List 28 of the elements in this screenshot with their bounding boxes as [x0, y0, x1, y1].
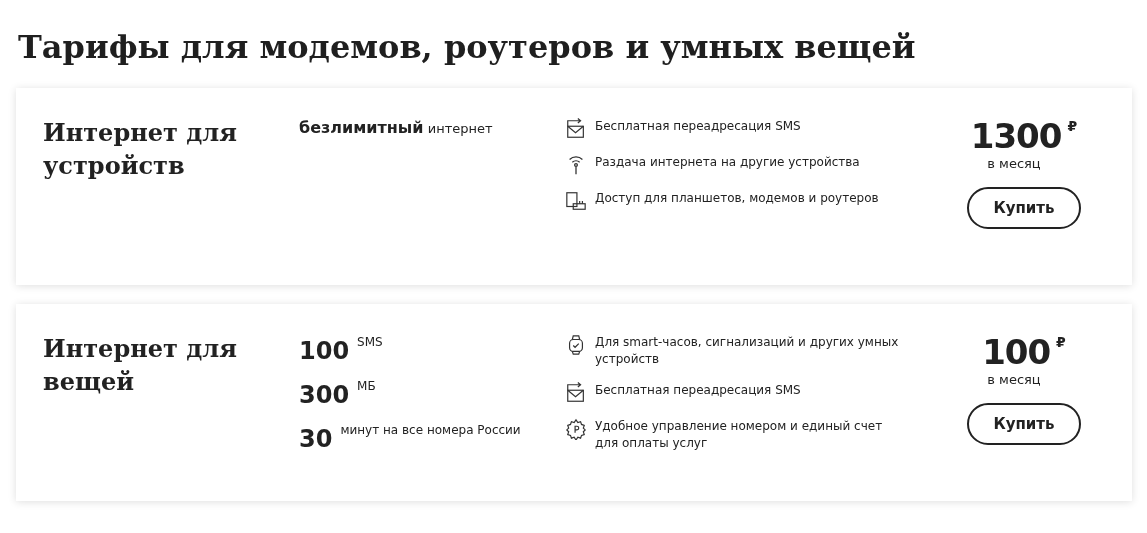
devices-icon: [565, 190, 587, 212]
price-period: в месяц: [987, 372, 1041, 387]
price: 100: [982, 332, 1051, 372]
tariff-name: Интернет для вещей: [43, 333, 238, 398]
tariff-name: Интернет для устройств: [43, 117, 238, 182]
feature-text: Доступ для планшетов, модемов и роутеров: [595, 190, 880, 207]
price-period: в месяц: [987, 156, 1041, 171]
feature-text: Бесплатная переадресация SMS: [595, 382, 802, 399]
allowance-text: безлимитный интернет: [299, 117, 494, 139]
allowance-amount: 300: [299, 380, 350, 411]
allowance-amount: 100: [299, 336, 350, 367]
feature-text: Удобное управление номером и единый счет для оплаты услуг: [595, 418, 884, 452]
price: 1300: [970, 116, 1062, 156]
allowance-unit: SMS: [357, 334, 383, 351]
feature-text: Бесплатная переадресация SMS: [595, 118, 802, 135]
gear-icon: [565, 418, 587, 440]
feature-text: Для smart-часов, сигнализаций и других умных устройств: [595, 334, 900, 368]
envelope-arrow-icon: [565, 118, 587, 140]
envelope-arrow-icon: [565, 382, 587, 404]
allowance-unit: МБ: [357, 378, 376, 395]
allowance-unit: минут на все номера России: [340, 422, 521, 439]
currency: ₽: [1067, 117, 1078, 136]
feature-text: Раздача интернета на другие устройства: [595, 154, 861, 171]
buy-button[interactable]: Купить: [967, 403, 1081, 445]
buy-button[interactable]: Купить: [967, 187, 1081, 229]
page-title: Тарифы для модемов, роутеров и умных вещей: [18, 27, 917, 68]
allowance-amount: 30: [299, 424, 333, 455]
currency: ₽: [1056, 333, 1066, 352]
